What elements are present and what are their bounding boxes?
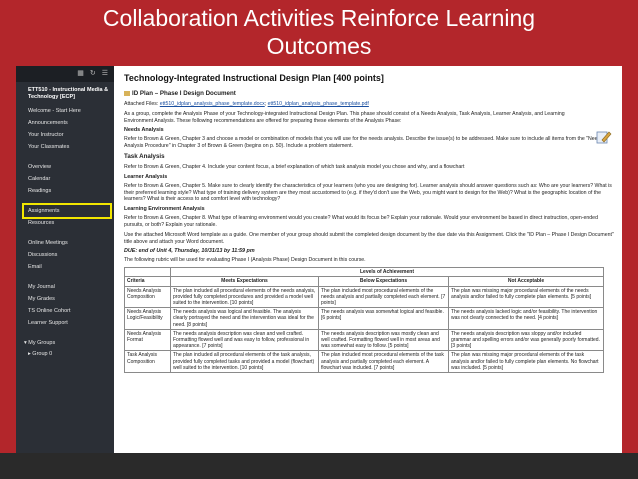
sidebar-item-journal[interactable]: My Journal — [16, 281, 114, 293]
sidebar-item-readings[interactable]: Readings — [16, 185, 114, 197]
course-title[interactable]: ETT510 - Instructional Media & Technolog… — [16, 82, 114, 105]
table-row: Task Analysis Composition The plan inclu… — [124, 350, 604, 373]
heading-needs: Needs Analysis — [124, 127, 164, 134]
sidebar-item-grades[interactable]: My Grades — [16, 293, 114, 305]
heading-task: Task Analysis — [124, 152, 165, 160]
text-learner: Refer to Brown & Green, Chapter 5. Make … — [124, 182, 612, 203]
slide-title-line1: Collaboration Activities Reinforce Learn… — [102, 5, 536, 31]
sidebar-item-announcements[interactable]: Announcements — [16, 117, 114, 129]
text-template: Use the attached Microsoft Word template… — [124, 231, 614, 245]
slide-title-line2: Outcomes — [266, 33, 372, 59]
content-area: Technology-Integrated Instructional Desi… — [114, 66, 622, 479]
sidebar-toolbar: ▦ ↻ ☰ — [16, 66, 114, 82]
folder-icon — [124, 90, 130, 96]
sidebar-item-discussions[interactable]: Discussions — [16, 249, 114, 261]
col-header: Not Acceptable — [448, 276, 604, 287]
table-row: Needs Analysis Logic/Feasibility The nee… — [124, 307, 604, 330]
rubric-table: Levels of Achievement Criteria Meets Exp… — [124, 267, 604, 373]
levels-header: Levels of Achievement — [170, 267, 604, 278]
slide-title: Collaboration Activities Reinforce Learn… — [0, 0, 638, 62]
course-sidebar: ▦ ↻ ☰ ETT510 - Instructional Media & Tec… — [16, 66, 114, 479]
text-environment: Refer to Brown & Green, Chapter 8. What … — [124, 215, 598, 228]
rubric-intro: The following rubric will be used for ev… — [124, 257, 366, 264]
heading-learner: Learner Analysis — [124, 173, 168, 180]
refresh-icon[interactable]: ↻ — [90, 69, 96, 79]
table-row: Needs Analysis Composition The plan incl… — [124, 285, 604, 309]
menu-icon[interactable]: ☰ — [102, 69, 108, 79]
sidebar-item-calendar[interactable]: Calendar — [16, 173, 114, 185]
sidebar-item-online-meetings[interactable]: Online Meetings — [16, 237, 114, 249]
slide-footer-bar — [0, 453, 638, 479]
sidebar-item-resources[interactable]: Resources — [16, 217, 114, 229]
page-title: Technology-Integrated Instructional Desi… — [124, 73, 384, 83]
heading-environment: Learning Environment Analysis — [124, 206, 205, 213]
sidebar-item-email[interactable]: Email — [16, 261, 114, 273]
sidebar-item-cohort[interactable]: TS Online Cohort — [16, 305, 114, 317]
text-task: Refer to Brown & Green, Chapter 4. Inclu… — [124, 163, 465, 170]
sidebar-item-overview[interactable]: Overview — [16, 161, 114, 173]
col-header: Meets Expectations — [170, 276, 319, 287]
sidebar-my-groups[interactable]: ▾ My Groups — [16, 337, 114, 348]
table-row: Needs Analysis Format The needs analysis… — [124, 328, 604, 352]
sidebar-item-learner-support[interactable]: Learner Support — [16, 317, 114, 329]
grid-icon[interactable]: ▦ — [77, 69, 84, 79]
sidebar-group-0[interactable]: ▸ Group 0 — [16, 348, 114, 359]
sidebar-item-instructor[interactable]: Your Instructor — [16, 129, 114, 141]
intro-text: As a group, complete the Analysis Phase … — [124, 110, 565, 124]
col-header: Below Expectations — [318, 276, 449, 287]
sidebar-item-classmates[interactable]: Your Classmates — [16, 141, 114, 153]
file-link-docx[interactable]: ett510_idplan_analysis_phase_template.do… — [160, 101, 265, 107]
item-title[interactable]: ID Plan – Phase I Design Document — [124, 90, 614, 98]
sidebar-item-welcome[interactable]: Welcome - Start Here — [16, 105, 114, 117]
sidebar-item-assignments[interactable]: Assignments — [22, 203, 112, 219]
attached-files: Attached Files: ett510_idplan_analysis_p… — [124, 101, 369, 107]
text-needs: Refer to Brown & Green, Chapter 3 and ch… — [124, 136, 604, 150]
due-date: DUE: end of Unit 4, Thursday, 10/31/13 b… — [124, 248, 255, 255]
col-header: Criteria — [124, 276, 171, 287]
screenshot-area: ▦ ↻ ☰ ETT510 - Instructional Media & Tec… — [16, 66, 622, 479]
pencil-icon[interactable] — [596, 130, 612, 144]
file-link-pdf[interactable]: ett510_idplan_analysis_phase_template.pd… — [268, 101, 369, 107]
